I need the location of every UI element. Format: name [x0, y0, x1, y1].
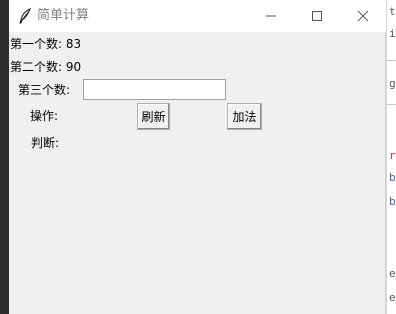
editor-fragment: r: [389, 149, 396, 162]
editor-fragment: e: [389, 291, 396, 304]
editor-divider: [387, 104, 396, 105]
app-window: 简单计算 第一个数: 83 第二个数: 90 第三个数: 操作: 刷新 加法 判…: [9, 0, 386, 314]
editor-fragment: e: [389, 267, 396, 280]
editor-fragment: i: [389, 27, 396, 40]
background-editor-left-strip: [0, 0, 9, 314]
close-icon: [357, 7, 369, 26]
editor-divider: [387, 60, 396, 61]
second-number-label: 第二个数: 90: [10, 60, 82, 74]
maximize-button[interactable]: [294, 0, 340, 32]
editor-fragment: b: [389, 171, 396, 184]
window-title: 简单计算: [37, 8, 90, 23]
minimize-button[interactable]: [248, 0, 294, 32]
add-button[interactable]: 加法: [227, 103, 262, 130]
judgment-label: 判断:: [31, 136, 60, 150]
editor-fragment: b: [389, 195, 396, 208]
third-number-input[interactable]: [83, 79, 226, 100]
first-number-label: 第一个数: 83: [10, 37, 82, 51]
editor-fragment: g: [389, 77, 396, 90]
screen: t i g r b b e e 简单计算 第一个数: 83 第二个数: 90 第…: [0, 0, 396, 314]
operation-label: 操作:: [30, 109, 59, 123]
close-button[interactable]: [340, 0, 386, 32]
third-number-label: 第三个数:: [18, 83, 71, 97]
background-editor-right: t i g r b b e e: [386, 0, 396, 314]
maximize-icon: [311, 7, 323, 26]
title-bar[interactable]: 简单计算: [9, 0, 386, 32]
editor-fragment: t: [389, 5, 396, 18]
minimize-icon: [265, 7, 277, 26]
feather-icon: [18, 7, 32, 24]
refresh-button[interactable]: 刷新: [137, 103, 170, 130]
